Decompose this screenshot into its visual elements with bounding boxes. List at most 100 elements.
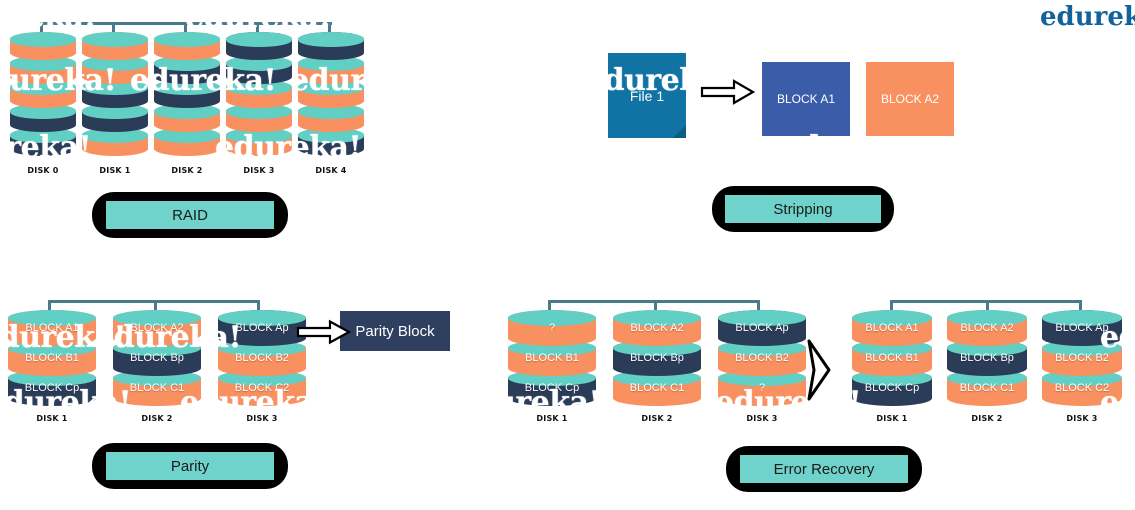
- caption-pill-raid: RAID: [92, 192, 288, 238]
- block-disk: BLOCK C2 BLOCK B2 BLOCK Ap: [218, 310, 306, 406]
- block-label: BLOCK A1: [25, 322, 79, 334]
- raid-platter: [82, 56, 148, 84]
- raid-platter: [298, 56, 364, 84]
- raid-platter: [298, 80, 364, 108]
- watermark-text: edureka!: [330, 450, 477, 485]
- stripe-block: BLOCK A2: [866, 62, 954, 136]
- watermark-text: edureka!: [715, 255, 862, 290]
- file-dogear-icon: [673, 125, 686, 138]
- block-label: BLOCK Ap: [235, 322, 289, 334]
- raid-disk-label: DISK 3: [243, 166, 275, 175]
- edureka-logo: edureka!: [1040, 2, 1135, 32]
- raid-platter: [82, 128, 148, 156]
- raid-platter: [154, 128, 220, 156]
- block-disk-label: DISK 1: [36, 414, 68, 423]
- platter-top-cap: [226, 32, 292, 47]
- raid-platter: [10, 128, 76, 156]
- raid-platter: [298, 32, 364, 60]
- watermark-text: edureka!: [330, 195, 477, 230]
- block-platter: ?: [508, 310, 596, 346]
- caption-pill-parity: Parity: [92, 443, 288, 489]
- block-disk: BLOCK C1 BLOCK Bp BLOCK A2: [113, 310, 201, 406]
- raid-platter: [298, 104, 364, 132]
- raid-platter: [10, 56, 76, 84]
- parity-block-box: Parity Block: [340, 311, 450, 351]
- parity-arrow-icon: [296, 319, 352, 345]
- raid-disk-label: DISK 0: [27, 166, 59, 175]
- block-label: BLOCK A1: [865, 322, 919, 334]
- raid-platter: [82, 32, 148, 60]
- block-label: BLOCK A2: [630, 322, 684, 334]
- block-disk: BLOCK Cp BLOCK B1 BLOCK A1: [852, 310, 932, 406]
- block-disk: BLOCK C1 BLOCK Bp BLOCK A2: [947, 310, 1027, 406]
- block-label: BLOCK Ap: [735, 322, 789, 334]
- diagram-canvas: DISK 0 DISK 1 DISK 2 DISK 3 DISK 4 RAID File…: [0, 0, 1135, 510]
- raid-disk-label: DISK 1: [99, 166, 131, 175]
- watermark-text: edureka!: [970, 255, 1117, 290]
- stripe-block: BLOCK A1: [762, 62, 850, 136]
- raid-disk: [298, 32, 364, 156]
- block-disk: BLOCK C2 BLOCK B2 BLOCK Ap: [1042, 310, 1122, 406]
- watermark-text: edureka!: [970, 130, 1117, 165]
- watermark-text: edureka!: [590, 450, 737, 485]
- parity-block-label: Parity Block: [355, 322, 435, 340]
- block-platter: BLOCK A1: [852, 310, 932, 346]
- caption-pill-parity-label: Parity: [106, 452, 274, 480]
- watermark-text: edureka!: [0, 255, 107, 290]
- raid-platter: [154, 80, 220, 108]
- raid-platter: [10, 104, 76, 132]
- block-disk: ? BLOCK B2 BLOCK Ap: [718, 310, 806, 406]
- watermark-text: edureka!: [455, 255, 602, 290]
- raid-platter: [10, 32, 76, 60]
- watermark-text: edureka!: [1085, 63, 1135, 98]
- platter-top-cap: [154, 32, 220, 47]
- caption-pill-error-recovery: Error Recovery: [726, 446, 922, 492]
- block-disk: BLOCK Cp BLOCK B1 BLOCK A1: [8, 310, 96, 406]
- block-platter: BLOCK Ap: [718, 310, 806, 346]
- block-disk-label: DISK 2: [641, 414, 673, 423]
- raid-platter: [82, 104, 148, 132]
- block-platter: BLOCK A2: [947, 310, 1027, 346]
- raid-platter: [226, 56, 292, 84]
- watermark-text: edureka!: [1105, 195, 1135, 230]
- raid-disk: [226, 32, 292, 156]
- block-platter: BLOCK A1: [8, 310, 96, 346]
- caption-pill-raid-label: RAID: [106, 201, 274, 229]
- block-disk-label: DISK 1: [536, 414, 568, 423]
- block-label: BLOCK A2: [130, 322, 184, 334]
- block-disk-label: DISK 1: [876, 414, 908, 423]
- caption-pill-stripping-label: Stripping: [725, 195, 881, 223]
- block-disk-label: DISK 3: [746, 414, 778, 423]
- block-disk-label: DISK 3: [246, 414, 278, 423]
- watermark-text: edureka!: [700, 0, 847, 35]
- raid-disk-label: DISK 2: [171, 166, 203, 175]
- block-label: BLOCK Ap: [1055, 322, 1109, 334]
- raid-platter: [154, 104, 220, 132]
- block-disk-label: DISK 3: [1066, 414, 1098, 423]
- block-disk-label: DISK 2: [141, 414, 173, 423]
- block-platter: BLOCK A2: [613, 310, 701, 346]
- raid-disk: [154, 32, 220, 156]
- block-platter: BLOCK Ap: [1042, 310, 1122, 346]
- raid-platter: [82, 80, 148, 108]
- block-platter: BLOCK A2: [113, 310, 201, 346]
- recovery-chevron-icon: [800, 335, 836, 405]
- caption-pill-stripping: Stripping: [712, 186, 894, 232]
- split-arrow-icon: [700, 78, 756, 106]
- block-disk-label: DISK 2: [971, 414, 1003, 423]
- raid-disk: [82, 32, 148, 156]
- block-label: ?: [548, 322, 556, 334]
- file-1-label: File 1: [629, 87, 665, 104]
- raid-platter: [10, 80, 76, 108]
- platter-top-cap: [298, 32, 364, 47]
- raid-platter: [298, 128, 364, 156]
- block-disk: BLOCK Cp BLOCK B1?: [508, 310, 596, 406]
- block-label: BLOCK A2: [960, 322, 1014, 334]
- raid-disk-label: DISK 4: [315, 166, 347, 175]
- raid-platter: [154, 56, 220, 84]
- platter-top-cap: [10, 32, 76, 47]
- raid-disk: [10, 32, 76, 156]
- platter-top-cap: [82, 32, 148, 47]
- block-disk: BLOCK C1 BLOCK Bp BLOCK A2: [613, 310, 701, 406]
- watermark-text: edureka!: [455, 130, 602, 165]
